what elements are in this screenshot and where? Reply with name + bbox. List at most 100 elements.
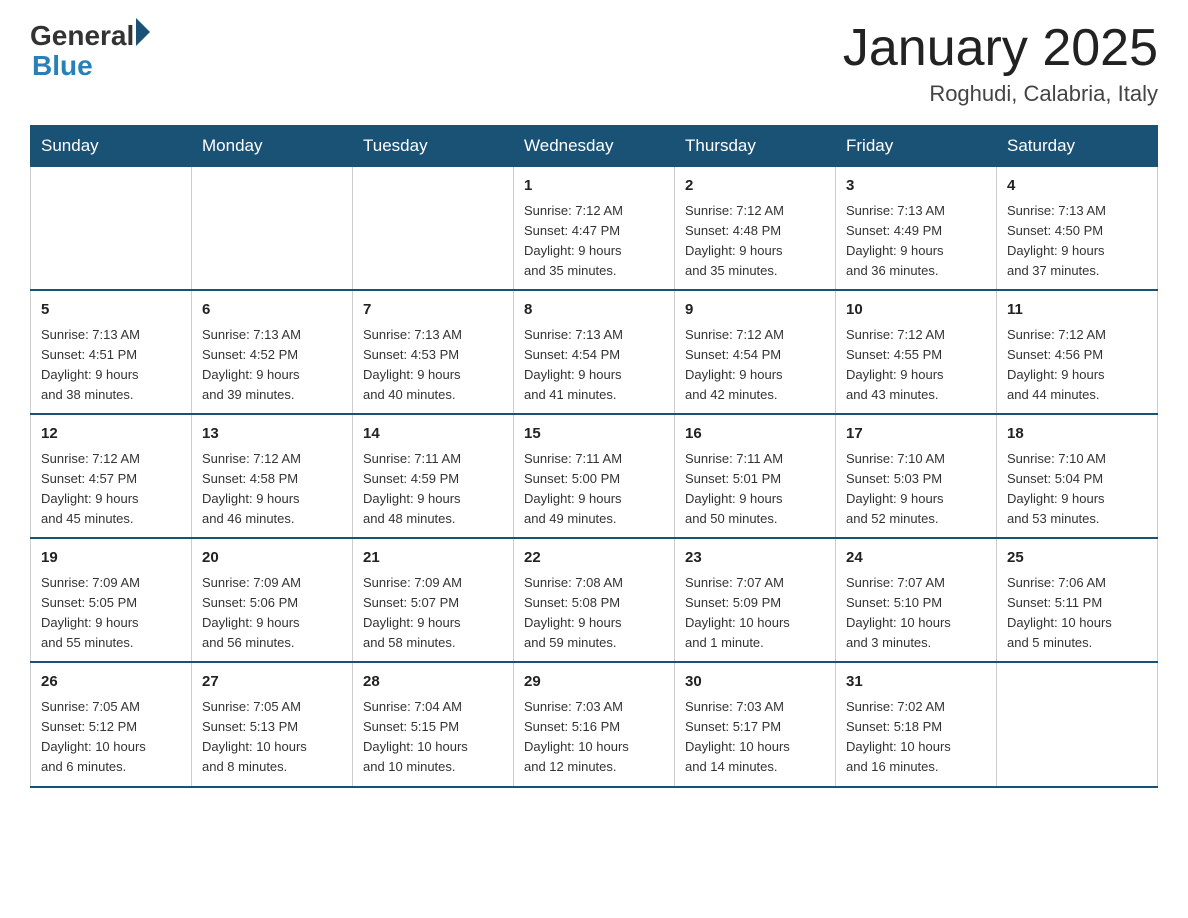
- day-number: 14: [363, 423, 503, 446]
- day-number: 3: [846, 175, 986, 198]
- calendar-cell: [31, 167, 192, 291]
- calendar-table: SundayMondayTuesdayWednesdayThursdayFrid…: [30, 125, 1158, 787]
- calendar-cell: 31Sunrise: 7:02 AMSunset: 5:18 PMDayligh…: [836, 662, 997, 786]
- calendar-cell: 4 Sunrise: 7:13 AMSunset: 4:50 PMDaylight…: [997, 167, 1158, 291]
- calendar-week-row: 12Sunrise: 7:12 AMSunset: 4:57 PMDayligh…: [31, 414, 1158, 538]
- day-info: Sunrise: 7:09 AMSunset: 5:05 PMDaylight:…: [41, 573, 181, 654]
- day-number: 23: [685, 547, 825, 570]
- calendar-cell: 25 Sunrise: 7:06 AMSunset: 5:11 PMDayligh…: [997, 538, 1158, 662]
- calendar-cell: 9 Sunrise: 7:12 AMSunset: 4:54 PMDaylight…: [675, 290, 836, 414]
- day-info: Sunrise: 7:12 AMSunset: 4:48 PMDaylight:…: [685, 201, 825, 282]
- weekday-header-thursday: Thursday: [675, 126, 836, 167]
- day-number: 27: [202, 671, 342, 694]
- calendar-header: SundayMondayTuesdayWednesdayThursdayFrid…: [31, 126, 1158, 167]
- logo-arrow-icon: [136, 18, 150, 46]
- day-info: Sunrise: 7:05 AMSunset: 5:13 PMDaylight:…: [202, 697, 342, 778]
- weekday-header-monday: Monday: [192, 126, 353, 167]
- day-info: Sunrise: 7:13 AMSunset: 4:54 PMDaylight:…: [524, 325, 664, 406]
- calendar-cell: 3 Sunrise: 7:13 AMSunset: 4:49 PMDaylight…: [836, 167, 997, 291]
- calendar-week-row: 26 Sunrise: 7:05 AMSunset: 5:12 PMDayligh…: [31, 662, 1158, 786]
- logo: General Blue: [30, 20, 150, 80]
- day-info: Sunrise: 7:12 AMSunset: 4:57 PMDaylight:…: [41, 449, 181, 530]
- day-info: Sunrise: 7:13 AMSunset: 4:53 PMDaylight:…: [363, 325, 503, 406]
- day-number: 25: [1007, 547, 1147, 570]
- calendar-cell: 15 Sunrise: 7:11 AMSunset: 5:00 PMDayligh…: [514, 414, 675, 538]
- calendar-cell: 7Sunrise: 7:13 AMSunset: 4:53 PMDaylight…: [353, 290, 514, 414]
- day-number: 21: [363, 547, 503, 570]
- day-info: Sunrise: 7:11 AMSunset: 5:00 PMDaylight:…: [524, 449, 664, 530]
- calendar-cell: 28Sunrise: 7:04 AMSunset: 5:15 PMDayligh…: [353, 662, 514, 786]
- day-number: 30: [685, 671, 825, 694]
- day-info: Sunrise: 7:10 AMSunset: 5:04 PMDaylight:…: [1007, 449, 1147, 530]
- calendar-cell: 2 Sunrise: 7:12 AMSunset: 4:48 PMDaylight…: [675, 167, 836, 291]
- logo-blue-text: Blue: [32, 52, 93, 80]
- calendar-cell: 6 Sunrise: 7:13 AMSunset: 4:52 PMDaylight…: [192, 290, 353, 414]
- calendar-cell: 23 Sunrise: 7:07 AMSunset: 5:09 PMDayligh…: [675, 538, 836, 662]
- day-info: Sunrise: 7:13 AMSunset: 4:49 PMDaylight:…: [846, 201, 986, 282]
- calendar-body: 1Sunrise: 7:12 AMSunset: 4:47 PMDaylight…: [31, 167, 1158, 787]
- calendar-cell: 1Sunrise: 7:12 AMSunset: 4:47 PMDaylight…: [514, 167, 675, 291]
- calendar-cell: 21Sunrise: 7:09 AMSunset: 5:07 PMDayligh…: [353, 538, 514, 662]
- day-info: Sunrise: 7:13 AMSunset: 4:52 PMDaylight:…: [202, 325, 342, 406]
- day-number: 4: [1007, 175, 1147, 198]
- calendar-cell: 5 Sunrise: 7:13 AMSunset: 4:51 PMDaylight…: [31, 290, 192, 414]
- calendar-cell: [192, 167, 353, 291]
- day-number: 6: [202, 299, 342, 322]
- day-number: 10: [846, 299, 986, 322]
- day-info: Sunrise: 7:12 AMSunset: 4:56 PMDaylight:…: [1007, 325, 1147, 406]
- calendar-cell: 10Sunrise: 7:12 AMSunset: 4:55 PMDayligh…: [836, 290, 997, 414]
- calendar-cell: 30 Sunrise: 7:03 AMSunset: 5:17 PMDayligh…: [675, 662, 836, 786]
- weekday-header-wednesday: Wednesday: [514, 126, 675, 167]
- calendar-cell: 24 Sunrise: 7:07 AMSunset: 5:10 PMDayligh…: [836, 538, 997, 662]
- day-info: Sunrise: 7:04 AMSunset: 5:15 PMDaylight:…: [363, 697, 503, 778]
- calendar-title: January 2025: [843, 20, 1158, 77]
- day-info: Sunrise: 7:07 AMSunset: 5:09 PMDaylight:…: [685, 573, 825, 654]
- calendar-cell: 19Sunrise: 7:09 AMSunset: 5:05 PMDayligh…: [31, 538, 192, 662]
- day-info: Sunrise: 7:11 AMSunset: 4:59 PMDaylight:…: [363, 449, 503, 530]
- title-block: January 2025 Roghudi, Calabria, Italy: [843, 20, 1158, 107]
- weekday-header-friday: Friday: [836, 126, 997, 167]
- day-number: 2: [685, 175, 825, 198]
- calendar-cell: 14 Sunrise: 7:11 AMSunset: 4:59 PMDayligh…: [353, 414, 514, 538]
- day-info: Sunrise: 7:03 AMSunset: 5:17 PMDaylight:…: [685, 697, 825, 778]
- calendar-cell: 17 Sunrise: 7:10 AMSunset: 5:03 PMDayligh…: [836, 414, 997, 538]
- day-number: 17: [846, 423, 986, 446]
- day-number: 9: [685, 299, 825, 322]
- day-info: Sunrise: 7:06 AMSunset: 5:11 PMDaylight:…: [1007, 573, 1147, 654]
- day-info: Sunrise: 7:03 AMSunset: 5:16 PMDaylight:…: [524, 697, 664, 778]
- day-info: Sunrise: 7:13 AMSunset: 4:50 PMDaylight:…: [1007, 201, 1147, 282]
- day-info: Sunrise: 7:12 AMSunset: 4:54 PMDaylight:…: [685, 325, 825, 406]
- day-number: 18: [1007, 423, 1147, 446]
- day-number: 26: [41, 671, 181, 694]
- day-number: 20: [202, 547, 342, 570]
- calendar-subtitle: Roghudi, Calabria, Italy: [843, 81, 1158, 107]
- day-number: 8: [524, 299, 664, 322]
- day-info: Sunrise: 7:11 AMSunset: 5:01 PMDaylight:…: [685, 449, 825, 530]
- day-number: 11: [1007, 299, 1147, 322]
- day-number: 15: [524, 423, 664, 446]
- calendar-week-row: 19Sunrise: 7:09 AMSunset: 5:05 PMDayligh…: [31, 538, 1158, 662]
- calendar-cell: 12Sunrise: 7:12 AMSunset: 4:57 PMDayligh…: [31, 414, 192, 538]
- calendar-cell: [997, 662, 1158, 786]
- logo-general-text: General: [30, 20, 134, 52]
- day-info: Sunrise: 7:10 AMSunset: 5:03 PMDaylight:…: [846, 449, 986, 530]
- calendar-cell: 29Sunrise: 7:03 AMSunset: 5:16 PMDayligh…: [514, 662, 675, 786]
- day-number: 24: [846, 547, 986, 570]
- day-number: 22: [524, 547, 664, 570]
- day-info: Sunrise: 7:07 AMSunset: 5:10 PMDaylight:…: [846, 573, 986, 654]
- page-header: General Blue January 2025 Roghudi, Calab…: [30, 20, 1158, 107]
- weekday-header-saturday: Saturday: [997, 126, 1158, 167]
- calendar-week-row: 1Sunrise: 7:12 AMSunset: 4:47 PMDaylight…: [31, 167, 1158, 291]
- weekday-header-row: SundayMondayTuesdayWednesdayThursdayFrid…: [31, 126, 1158, 167]
- day-info: Sunrise: 7:12 AMSunset: 4:47 PMDaylight:…: [524, 201, 664, 282]
- day-number: 5: [41, 299, 181, 322]
- day-info: Sunrise: 7:08 AMSunset: 5:08 PMDaylight:…: [524, 573, 664, 654]
- calendar-cell: 18 Sunrise: 7:10 AMSunset: 5:04 PMDayligh…: [997, 414, 1158, 538]
- day-info: Sunrise: 7:12 AMSunset: 4:58 PMDaylight:…: [202, 449, 342, 530]
- day-number: 16: [685, 423, 825, 446]
- day-number: 31: [846, 671, 986, 694]
- day-info: Sunrise: 7:13 AMSunset: 4:51 PMDaylight:…: [41, 325, 181, 406]
- calendar-cell: 27 Sunrise: 7:05 AMSunset: 5:13 PMDayligh…: [192, 662, 353, 786]
- day-number: 13: [202, 423, 342, 446]
- day-info: Sunrise: 7:05 AMSunset: 5:12 PMDaylight:…: [41, 697, 181, 778]
